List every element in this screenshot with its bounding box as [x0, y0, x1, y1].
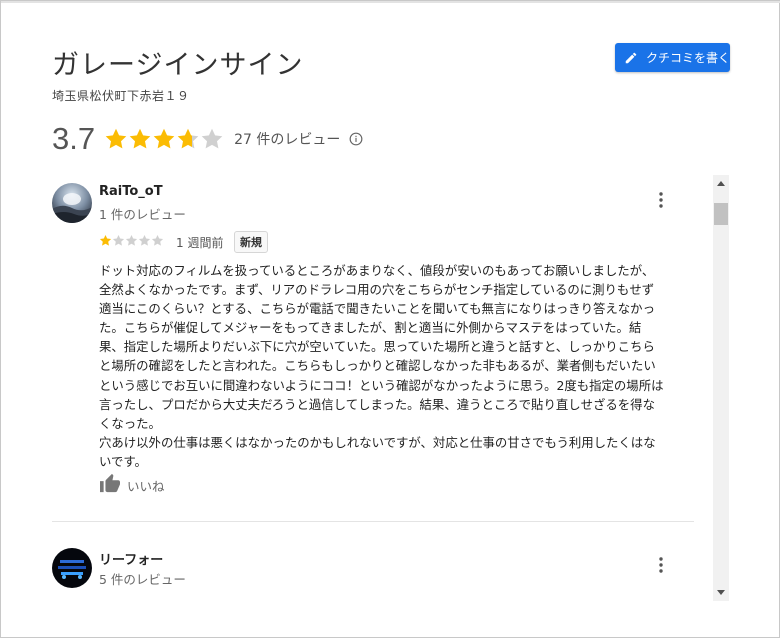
review-text-line: 適当にこのくらい？とする、こちらが電話で聞きたいことを聞いても無言になりはっきり…	[99, 301, 655, 317]
star-empty-icon	[151, 234, 164, 246]
review-text-line: いです。	[99, 453, 147, 469]
scroll-down-arrow-icon[interactable]	[713, 585, 729, 601]
review-dialog: ガレージインサイン 埼玉県松伏町下赤岩１９ クチコミを書く 3.7 27 件のレ…	[0, 0, 780, 638]
review-text-line: 果、指定した場所よりだいぶ下に穴が空いていた。思っていた場所と違うと話すと、しっ…	[99, 339, 655, 355]
reviewer-review-count[interactable]: 1 件のレビュー	[99, 204, 186, 223]
review-time: 1 週間前	[176, 236, 224, 250]
review-text-line: 言ったし、プロだから大丈夫だろうと過信してしまった。結果、違うところで貼り直しせ…	[99, 396, 655, 412]
review-text-line: という感じでお互いに間違わないようにココ！という確認がなかったように思う。2度も…	[99, 377, 664, 393]
star-filled-icon	[99, 234, 112, 246]
star-empty-icon	[112, 234, 125, 246]
star-filled-icon	[129, 128, 151, 149]
star-filled-icon	[105, 128, 127, 149]
rating-stars	[104, 127, 224, 151]
place-address: 埼玉県松伏町下赤岩１９	[52, 89, 190, 103]
new-badge: 新規	[234, 231, 268, 253]
pencil-icon	[624, 51, 646, 65]
review-text-line: と場所の確認をしたと言われた。こちらもしっかりと確認しなかった非もあるが、業者側…	[99, 358, 656, 374]
write-review-button[interactable]: クチコミを書く	[615, 43, 730, 72]
thumbs-up-icon	[99, 473, 121, 497]
reviews-list[interactable]: RaiTo_oT 1 件のレビュー 1 週間前 新規 ドット対応のフィルムを扱っ…	[52, 176, 712, 601]
review-text-line: ドット対応のフィルムを扱っているところがあまりなく、値段が安いのもあってお願いし…	[99, 263, 655, 278]
page-title: ガレージインサイン	[52, 50, 304, 81]
avatar[interactable]	[52, 548, 92, 588]
star-empty-icon	[125, 234, 138, 246]
info-icon[interactable]	[349, 132, 363, 146]
review-text-line: くなった。	[99, 415, 161, 431]
scroll-thumb[interactable]	[714, 203, 728, 225]
star-filled-icon	[153, 128, 175, 149]
review-text: ドット対応のフィルムを扱っているところがあまりなく、値段が安いのもあってお願いし…	[99, 261, 695, 471]
star-half-icon	[177, 128, 199, 149]
reviewer-name[interactable]: リーフォー	[99, 549, 163, 568]
scroll-up-arrow-icon[interactable]	[713, 175, 729, 191]
review-text-line: た。こちらが催促してメジャーをもってきましたが、割と適当に外側からマステをはって…	[99, 320, 642, 336]
avatar[interactable]	[52, 183, 92, 223]
top-border	[1, 1, 780, 3]
review-text-line: 全然よくなかったです。まず、リアのドラレコ用の穴をこちらがセンチ指定しているのに…	[99, 282, 655, 298]
like-button[interactable]: いいね	[99, 473, 165, 497]
reviewer-name[interactable]: RaiTo_oT	[99, 184, 163, 199]
more-options-icon[interactable]	[653, 190, 669, 210]
star-empty-icon	[138, 234, 151, 246]
scrollbar[interactable]	[713, 175, 729, 601]
review-divider	[52, 521, 694, 522]
review-text-line: 穴あけ以外の仕事は悪くはなかったのかもしれないですが、対応と仕事の甘さでもう利用…	[99, 434, 656, 450]
star-empty-icon	[201, 128, 223, 149]
like-label: いいね	[127, 478, 165, 494]
review-stars	[99, 234, 164, 247]
write-review-label: クチコミを書く	[646, 51, 731, 65]
rating-summary: 3.7 27 件のレビュー	[52, 119, 363, 159]
more-options-icon[interactable]	[653, 555, 669, 575]
rating-value: 3.7	[52, 121, 96, 156]
reviewer-review-count[interactable]: 5 件のレビュー	[99, 569, 186, 588]
review-count: 27 件のレビュー	[234, 132, 341, 148]
